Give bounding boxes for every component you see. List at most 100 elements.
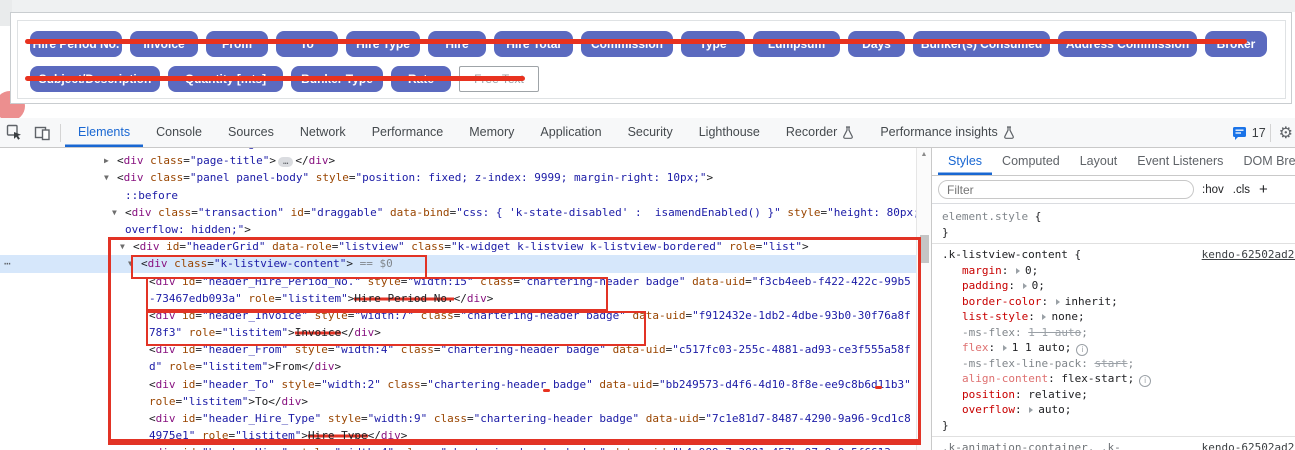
info-icon[interactable]: i — [1076, 344, 1089, 356]
tab-recorder[interactable]: Recorder — [773, 118, 867, 147]
tab-performance[interactable]: Performance — [359, 118, 457, 147]
css-selector-line[interactable]: element.style { — [932, 209, 1295, 225]
dom-tree: <div class="chartering" id="transactiona… — [0, 147, 916, 450]
css-selector-line[interactable]: } — [932, 418, 1295, 434]
code-line[interactable]: -73467edb093a" role="listitem">Hire Peri… — [0, 290, 916, 307]
expanded-arrow-icon[interactable]: ▼ — [128, 255, 141, 272]
new-style-rule-button[interactable]: + — [1259, 181, 1268, 198]
gutter-ellipsis[interactable]: ⋯ — [4, 255, 11, 272]
code-line[interactable]: <div id="header_Invoice" style="width:7"… — [0, 307, 916, 324]
column-badge[interactable]: Invoice — [130, 31, 198, 57]
code-line[interactable]: <div id="header_From" style="width:4" cl… — [0, 341, 916, 358]
code-line[interactable]: 78f3" role="listitem">Invoice</div> — [0, 324, 916, 341]
scrollbar-thumb[interactable] — [920, 235, 929, 263]
css-declaration[interactable]: border-color: inherit; — [932, 294, 1295, 310]
collapsed-arrow-icon[interactable]: ▶ — [104, 152, 117, 169]
pseudo-state-toggle[interactable]: :hov — [1202, 184, 1224, 196]
css-declaration[interactable]: align-content: flex-start; i — [932, 371, 1295, 387]
expanded-arrow-icon[interactable]: ▼ — [112, 204, 125, 221]
column-badge[interactable]: Bunker(s) Consumed — [913, 31, 1050, 57]
tab-memory[interactable]: Memory — [456, 118, 527, 147]
code-line[interactable]: ▼ <div id="headerGrid" data-role="listvie… — [0, 238, 916, 255]
column-badge[interactable]: Hire — [428, 31, 486, 57]
expand-inline-button[interactable]: … — [277, 157, 294, 168]
css-declaration[interactable]: overflow: auto; — [932, 402, 1295, 418]
code-line[interactable]: <div id="header_To" style="width:2" clas… — [0, 376, 916, 393]
column-badge[interactable]: Commission — [581, 31, 673, 57]
settings-gear-icon[interactable]: ⚙ — [1279, 123, 1293, 143]
column-badge[interactable]: Address Commission — [1058, 31, 1197, 57]
column-badge[interactable]: Free Text — [459, 66, 539, 92]
sidebar-tab-computed[interactable]: Computed — [992, 147, 1070, 175]
sidebar-tab-event-listeners[interactable]: Event Listeners — [1127, 147, 1233, 175]
column-badge[interactable]: Quantity [mts] — [168, 66, 283, 92]
sidebar-tab-styles[interactable]: Styles — [938, 147, 992, 175]
tab-security[interactable]: Security — [615, 118, 686, 147]
expanded-arrow-icon[interactable]: ▼ — [104, 169, 117, 186]
styles-tab-strip: Styles Computed Layout Event Listeners DOM B… — [932, 147, 1295, 176]
code-line[interactable]: ▶ <div class="page-title">… </div> — [0, 152, 916, 169]
console-messages-icon[interactable] — [1232, 126, 1247, 140]
tab-console[interactable]: Console — [143, 118, 215, 147]
column-badge[interactable]: Type — [681, 31, 745, 57]
column-badge[interactable]: Lumpsum — [753, 31, 840, 57]
code-line[interactable]: overflow: hidden;"> — [0, 221, 916, 238]
expanded-arrow-icon[interactable]: ▼ — [120, 238, 133, 255]
tab-network[interactable]: Network — [287, 118, 359, 147]
tab-application[interactable]: Application — [527, 118, 614, 147]
expand-triangle-icon[interactable] — [1042, 314, 1047, 320]
css-declaration[interactable]: flex: 1 1 auto; i — [932, 340, 1295, 356]
column-badge[interactable]: Broker — [1205, 31, 1267, 57]
css-declaration[interactable]: -ms-flex: 1 1 auto; — [932, 325, 1295, 341]
column-badge[interactable]: Days — [848, 31, 905, 57]
console-summary[interactable]: 17 — [1232, 126, 1266, 140]
expand-triangle-icon[interactable] — [1022, 283, 1027, 289]
info-icon[interactable]: i — [1139, 375, 1152, 387]
inspect-icon[interactable] — [0, 118, 28, 147]
column-badge[interactable]: Subject/Description — [30, 66, 160, 92]
code-line[interactable]: d" role="listitem">From</div> — [0, 358, 916, 375]
tab-lighthouse[interactable]: Lighthouse — [686, 118, 773, 147]
code-line[interactable]: <div id="header_Hire_Type" style="width:… — [0, 410, 916, 427]
code-line[interactable]: ⋯ ▼ <div class="k-listview-content"> == $0 — [0, 255, 916, 273]
column-badge[interactable]: Bunker Type — [291, 66, 383, 92]
column-badge[interactable]: Hire Total — [494, 31, 573, 57]
column-badge[interactable]: Rate — [391, 66, 451, 92]
column-badge[interactable]: From — [206, 31, 268, 57]
code-line[interactable]: <div id="header_Hire_Period_No." style="… — [0, 273, 916, 290]
column-badge[interactable]: Hire Type — [346, 31, 420, 57]
css-selector-line[interactable]: .k-listview-content {kendo-62502ad28 — [932, 247, 1295, 263]
expand-triangle-icon[interactable] — [1002, 345, 1007, 351]
css-declaration[interactable]: padding: 0; — [932, 278, 1295, 294]
expand-triangle-icon[interactable] — [1029, 407, 1034, 413]
sidebar-tab-dom-breakpoints[interactable]: DOM Breakpoints — [1233, 147, 1295, 175]
tab-elements[interactable]: Elements — [65, 118, 143, 147]
code-line[interactable]: ▼ <div class="panel panel-body" style="po… — [0, 169, 916, 186]
code-line[interactable]: 4975e1" role="listitem">Hire Type</div> — [0, 427, 916, 444]
css-declaration[interactable]: -ms-flex-line-pack: start; — [932, 356, 1295, 372]
tab-sources[interactable]: Sources — [215, 118, 287, 147]
device-toolbar-icon[interactable] — [28, 118, 56, 147]
expand-triangle-icon[interactable] — [1055, 298, 1060, 305]
css-declaration[interactable]: position: relative; — [932, 387, 1295, 403]
code-line[interactable]: ::before — [0, 187, 916, 204]
css-selector-line[interactable]: .k-animation-container, .k-kendo-62502ad… — [932, 440, 1295, 450]
elements-scrollbar[interactable]: ▲ — [916, 147, 931, 450]
css-selector-line[interactable]: } — [932, 225, 1295, 241]
column-badge[interactable]: Hire Period No. — [30, 31, 122, 57]
stylesheet-link[interactable]: kendo-62502ad28 — [1202, 440, 1295, 450]
code-line[interactable]: ▼ <div class="transaction" id="draggable"… — [0, 204, 916, 221]
styles-filter-input[interactable] — [938, 180, 1194, 199]
sidebar-tab-layout[interactable]: Layout — [1070, 147, 1128, 175]
column-badge[interactable]: To — [276, 31, 338, 57]
scrollbar-up-arrow[interactable]: ▲ — [917, 147, 931, 158]
element-classes-toggle[interactable]: .cls — [1233, 184, 1250, 196]
css-declaration[interactable]: list-style: none; — [932, 309, 1295, 325]
code-line[interactable]: role="listitem">To</div> — [0, 393, 916, 410]
expand-triangle-icon[interactable] — [1016, 267, 1020, 274]
stylesheet-link[interactable]: kendo-62502ad28 — [1202, 247, 1295, 263]
tab-performance-insights[interactable]: Performance insights — [867, 118, 1027, 147]
code-line[interactable]: <div id="header_Hire" style="width:4" cl… — [0, 444, 916, 450]
css-declaration[interactable]: margin: 0; — [932, 263, 1295, 279]
elements-tree-panel[interactable]: <div class="chartering" id="transactiona… — [0, 147, 916, 450]
